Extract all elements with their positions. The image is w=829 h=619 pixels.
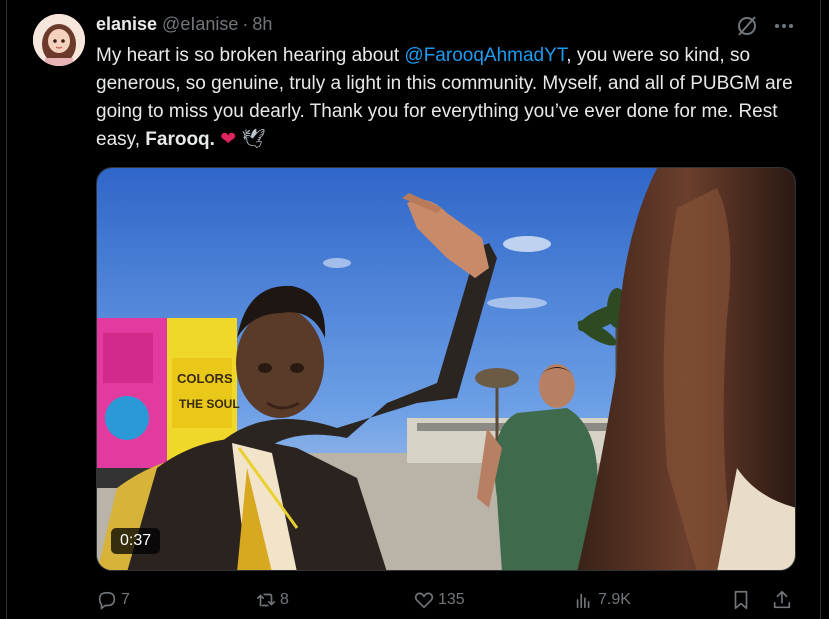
repost-count: 8	[280, 591, 289, 608]
repost-button[interactable]: 8	[255, 589, 289, 611]
reply-button[interactable]: 7	[96, 589, 130, 611]
heart-icon	[414, 592, 434, 609]
reply-icon	[98, 591, 116, 610]
truck-text: COLORS	[177, 371, 233, 386]
heart-emoji: ❤	[220, 129, 237, 150]
left-border	[6, 0, 7, 619]
dove-emoji: 🕊	[241, 129, 266, 150]
author-handle[interactable]: @eIanise	[162, 14, 238, 35]
bookmark-icon[interactable]	[730, 589, 752, 611]
video-duration-badge: 0:37	[111, 528, 161, 554]
views-icon	[576, 593, 590, 609]
views-count: 7.9K	[598, 591, 631, 608]
video-player[interactable]: COLORS THE SOUL 0:37	[96, 167, 796, 571]
mention-link[interactable]: @FarooqAhmadYT	[404, 45, 566, 66]
svg-text:THE SOUL: THE SOUL	[179, 397, 240, 411]
views-button[interactable]: 7.9K	[573, 589, 631, 611]
right-border	[820, 0, 821, 619]
author-name[interactable]: elanise	[96, 14, 157, 35]
grok-icon[interactable]	[735, 14, 759, 38]
like-button[interactable]: 135	[413, 589, 465, 611]
tweet-header: elanise @eIanise · 8h	[96, 14, 272, 38]
tweet-actions: 7 8 135 7.9K	[0, 589, 829, 615]
reply-count: 7	[121, 591, 130, 608]
like-count: 135	[438, 591, 465, 608]
tweet-time[interactable]: 8h	[252, 14, 272, 35]
share-icon[interactable]	[771, 589, 793, 611]
repost-icon	[256, 593, 276, 607]
tweet-text: My heart is so broken hearing about @Far…	[96, 42, 796, 154]
separator-dot: ·	[242, 14, 249, 34]
tweet-text-part1: My heart is so broken hearing about	[96, 45, 405, 66]
avatar[interactable]	[33, 14, 85, 66]
video-thumbnail: COLORS THE SOUL	[97, 168, 795, 570]
bold-name: Farooq.	[145, 129, 215, 150]
more-options-icon[interactable]	[772, 14, 796, 38]
